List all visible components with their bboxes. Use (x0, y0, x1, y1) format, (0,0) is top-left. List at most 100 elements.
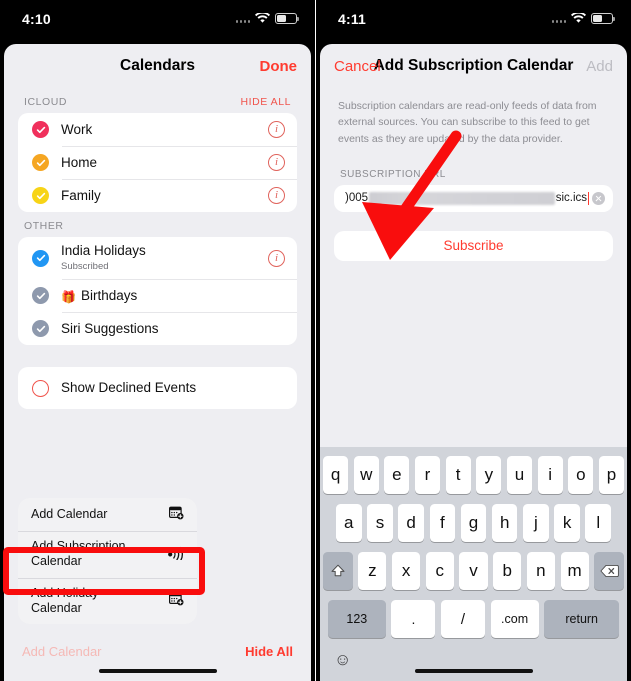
key-m[interactable]: m (560, 552, 589, 590)
list-item-label: India Holidays (61, 243, 146, 259)
key-n[interactable]: n (526, 552, 555, 590)
key-q[interactable]: q (323, 456, 349, 494)
checkmark-icon[interactable] (32, 320, 49, 337)
key-h[interactable]: h (491, 504, 518, 542)
gift-icon: 🎁 (61, 289, 76, 304)
keyboard-row-1: q w e r t y u i o p (320, 447, 627, 494)
key-c[interactable]: c (425, 552, 454, 590)
info-icon[interactable]: i (268, 187, 285, 204)
hide-all-link[interactable]: HIDE ALL (240, 96, 291, 108)
menu-item-add-holiday-calendar[interactable]: Add Holiday Calendar (18, 577, 197, 624)
key-period[interactable]: . (391, 600, 436, 638)
menu-item-label: Add Calendar (31, 506, 108, 521)
emoji-icon[interactable]: ☺ (334, 650, 351, 669)
url-value-prefix: )005 (345, 192, 369, 205)
list-item-label: Work (61, 121, 93, 137)
right-nav-bar: Cancel Add Subscription Calendar Add (320, 44, 627, 88)
key-d[interactable]: d (398, 504, 424, 542)
key-g[interactable]: g (460, 504, 487, 542)
clear-field-icon[interactable] (592, 191, 605, 205)
rss-subscribe-icon (166, 546, 184, 563)
done-button[interactable]: Done (260, 58, 298, 75)
key-u[interactable]: u (506, 456, 533, 494)
checkmark-icon[interactable] (32, 187, 49, 204)
menu-item-add-calendar[interactable]: Add Calendar (18, 498, 197, 531)
checkmark-icon[interactable] (32, 287, 49, 304)
status-time: 4:10 (22, 10, 51, 27)
add-calendar-menu: Add Calendar Add Subscription Calendar A… (18, 498, 197, 624)
list-item[interactable]: 🎁 Birthdays (18, 279, 297, 312)
key-k[interactable]: k (554, 504, 580, 542)
list-item-label: Show Declined Events (61, 380, 197, 395)
key-dotcom[interactable]: .com (490, 600, 539, 638)
key-t[interactable]: t (445, 456, 471, 494)
list-item[interactable]: Family i (18, 179, 297, 212)
page-title: Calendars (120, 57, 195, 74)
list-item[interactable]: Siri Suggestions (18, 312, 297, 345)
shift-icon[interactable] (323, 552, 353, 590)
subscription-url-input[interactable]: )005 sic.ics (334, 184, 613, 212)
list-item[interactable]: Home i (18, 146, 297, 179)
left-phone-screen: 4:10 Calendars Done ICLOUD HIDE ALL Work… (0, 0, 315, 681)
key-return[interactable]: return (544, 600, 620, 638)
keyboard-row-2: a s d f g h j k l (320, 504, 627, 542)
key-x[interactable]: x (392, 552, 421, 590)
key-y[interactable]: y (476, 456, 502, 494)
key-r[interactable]: r (414, 456, 441, 494)
wifi-icon (255, 13, 270, 24)
list-item[interactable]: India Holidays Subscribed i (18, 237, 297, 279)
key-numbers[interactable]: 123 (327, 600, 386, 638)
key-slash[interactable]: / (441, 600, 485, 638)
cancel-button[interactable]: Cancel (334, 58, 381, 75)
status-indicators (551, 13, 615, 24)
key-b[interactable]: b (493, 552, 522, 590)
key-i[interactable]: i (537, 456, 563, 494)
redacted-url-region (369, 191, 555, 205)
key-f[interactable]: f (429, 504, 456, 542)
declined-events-group: Show Declined Events (18, 367, 297, 409)
list-item-label: Siri Suggestions (61, 320, 159, 336)
subscribe-button[interactable]: Subscribe (334, 230, 613, 261)
right-status-bar: 4:11 (316, 0, 631, 37)
keyboard-row-4: 123 . / .com return (320, 600, 627, 638)
checkmark-icon[interactable] (32, 154, 49, 171)
key-p[interactable]: p (598, 456, 624, 494)
key-s[interactable]: s (367, 504, 393, 542)
key-v[interactable]: v (459, 552, 488, 590)
checkmark-icon[interactable] (32, 249, 49, 267)
list-item[interactable]: Show Declined Events (18, 367, 297, 409)
key-z[interactable]: z (358, 552, 387, 590)
list-item[interactable]: Work i (18, 113, 297, 146)
dual-phone-screenshot: 4:10 Calendars Done ICLOUD HIDE ALL Work… (0, 0, 631, 681)
key-o[interactable]: o (568, 456, 594, 494)
calendar-group-icloud: Work i Home i Family i (18, 113, 297, 212)
key-a[interactable]: a (335, 504, 362, 542)
menu-item-add-subscription-calendar[interactable]: Add Subscription Calendar (18, 531, 197, 578)
signal-dots-icon (551, 15, 566, 23)
key-w[interactable]: w (353, 456, 379, 494)
list-item-label: Family (61, 187, 101, 203)
key-l[interactable]: l (585, 504, 612, 542)
onscreen-keyboard: q w e r t y u i o p a s d f g h j k l z … (320, 447, 627, 681)
add-calendar-button[interactable]: Add Calendar (22, 644, 102, 659)
left-nav-bar: Calendars Done (4, 44, 311, 88)
section-label: ICLOUD (24, 96, 67, 108)
key-j[interactable]: j (523, 504, 549, 542)
calendar-add-icon (166, 506, 184, 523)
status-time: 4:11 (338, 10, 367, 27)
circle-outline-icon[interactable] (32, 379, 49, 397)
menu-item-label: Add Holiday Calendar (31, 585, 99, 615)
backspace-icon[interactable] (594, 552, 624, 590)
checkmark-icon[interactable] (32, 121, 49, 138)
keyboard-row-3: z x c v b n m (320, 552, 627, 590)
add-button[interactable]: Add (586, 58, 613, 75)
hide-all-button[interactable]: Hide All (245, 644, 293, 659)
description-text: Subscription calendars are read-only fee… (338, 100, 597, 145)
add-subscription-sheet: Cancel Add Subscription Calendar Add Sub… (320, 44, 627, 681)
calendar-group-other: India Holidays Subscribed i 🎁 Birthdays (18, 237, 297, 345)
left-status-bar: 4:10 (0, 0, 315, 37)
info-icon[interactable]: i (268, 121, 285, 138)
key-e[interactable]: e (384, 456, 410, 494)
info-icon[interactable]: i (268, 249, 285, 267)
info-icon[interactable]: i (268, 154, 285, 171)
